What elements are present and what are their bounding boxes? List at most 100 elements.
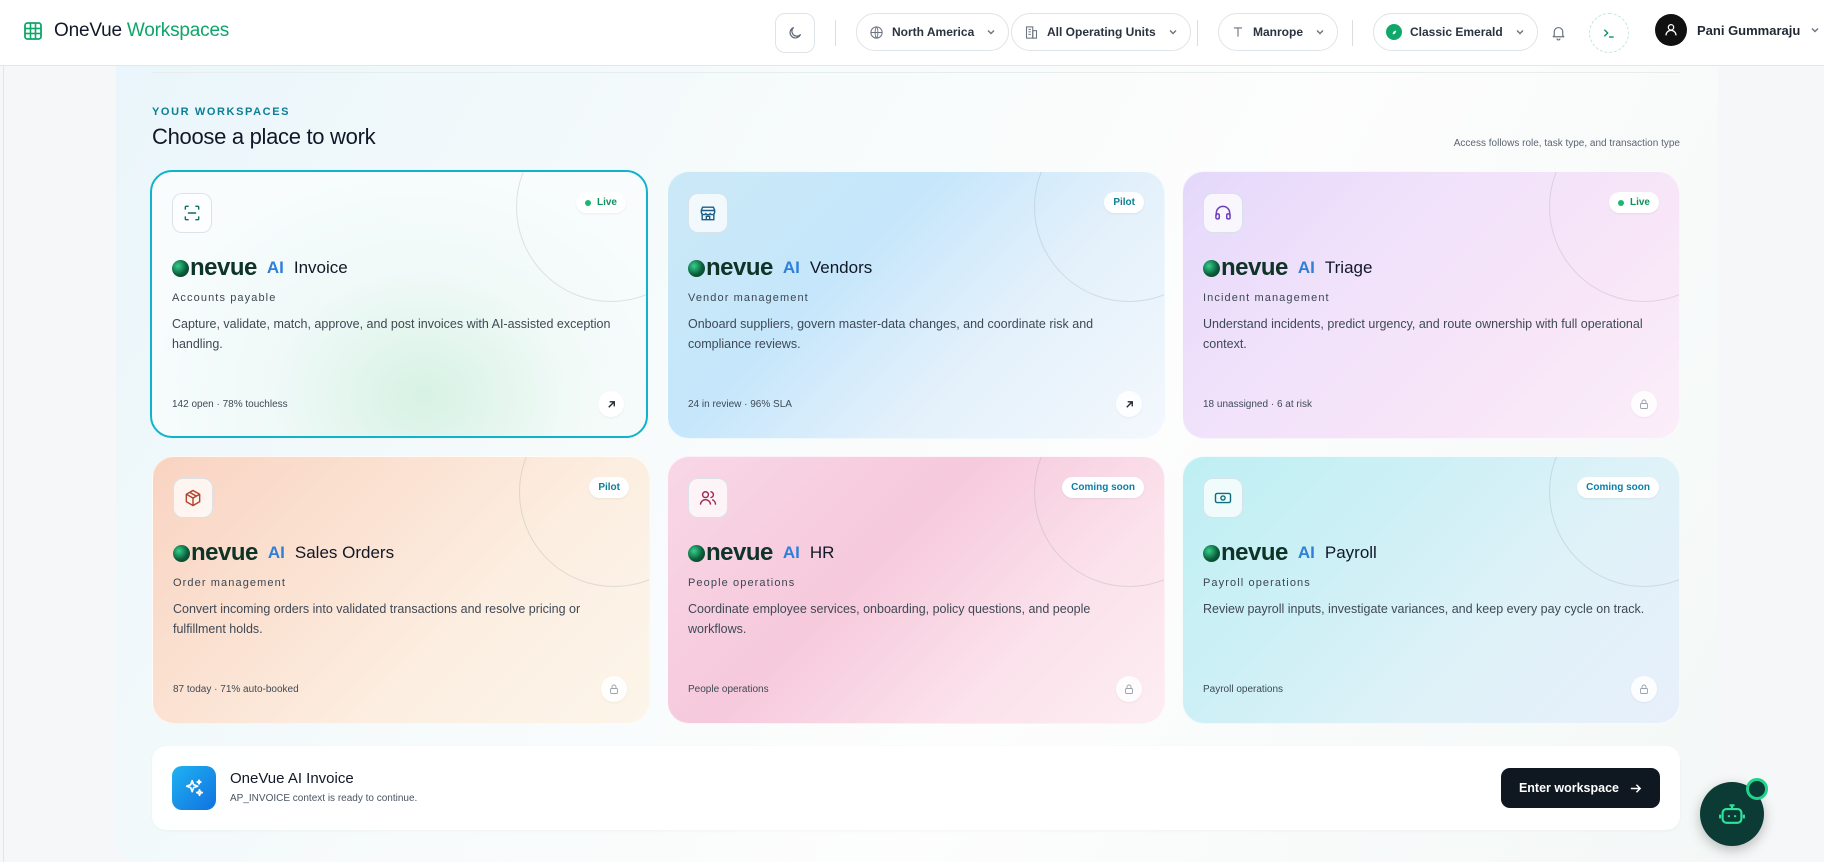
workspace-card-vendors[interactable]: Pilot nevue AI Vendors Vendor management… xyxy=(667,171,1165,439)
product-name: HR xyxy=(809,543,835,562)
live-dot-icon xyxy=(1617,199,1624,206)
card-description: Convert incoming orders into validated t… xyxy=(173,602,581,636)
building-icon xyxy=(1025,25,1038,39)
access-note: Access follows role, task type, and tran… xyxy=(1453,138,1680,149)
user-name: Pani Gummaraju xyxy=(1697,22,1801,38)
locked-indicator xyxy=(601,676,627,702)
arrow-up-right-icon xyxy=(1125,400,1133,408)
logo-orb-icon xyxy=(1203,259,1220,277)
card-description: Understand incidents, predict urgency, a… xyxy=(1203,317,1643,351)
card-subtitle: Incident management xyxy=(1203,292,1330,304)
card-icon xyxy=(1203,478,1243,518)
divider xyxy=(835,20,836,46)
region-select[interactable]: North America xyxy=(856,13,1010,51)
product-name: Payroll xyxy=(1324,543,1377,562)
card-title: nevue AI Vendors xyxy=(688,256,872,280)
arrow-up-right-icon xyxy=(607,400,615,408)
status-badge: Coming soon xyxy=(1062,477,1144,498)
workspace-card-triage[interactable]: Live nevue AI Triage Incident management… xyxy=(1182,171,1680,439)
ai-label: AI xyxy=(782,258,800,277)
open-workspace-button[interactable] xyxy=(598,391,624,417)
selected-workspace-subtitle: AP_INVOICE context is ready to continue. xyxy=(230,793,418,804)
workspace-card-invoice[interactable]: Live nevue AI Invoice Accounts payable C… xyxy=(150,170,648,438)
badge-label: Coming soon xyxy=(1586,482,1650,493)
divider xyxy=(1352,20,1353,46)
card-title: nevue AI HR xyxy=(688,541,834,565)
logo-orb-icon xyxy=(1203,544,1220,562)
theme-swatch-icon xyxy=(1386,24,1402,40)
workspace-card-sales-orders[interactable]: Pilot nevue AI Sales Orders Order manage… xyxy=(152,456,650,724)
ai-label: AI xyxy=(266,258,284,277)
card-description: Onboard suppliers, govern master-data ch… xyxy=(688,317,1094,351)
dark-mode-button[interactable] xyxy=(775,13,815,53)
logo-wordmark: nevue xyxy=(1221,539,1288,566)
brand-primary: OneVue xyxy=(54,20,122,41)
card-title: nevue AI Sales Orders xyxy=(173,541,394,565)
card-title: nevue AI Invoice xyxy=(172,256,348,280)
notifications-button[interactable] xyxy=(1546,20,1570,44)
workspace-card-hr[interactable]: Coming soon nevue AI HR People operation… xyxy=(667,456,1165,724)
ai-label: AI xyxy=(782,543,800,562)
card-description: Review payroll inputs, investigate varia… xyxy=(1203,602,1645,616)
user-menu[interactable]: Pani Gummaraju xyxy=(1655,14,1820,46)
brand[interactable]: OneVue Workspaces xyxy=(24,20,229,42)
product-name: Sales Orders xyxy=(294,543,395,562)
live-dot-icon xyxy=(584,199,591,206)
ai-label: AI xyxy=(1297,543,1315,562)
card-description: Coordinate employee services, onboarding… xyxy=(688,602,1091,636)
product-name: Vendors xyxy=(809,258,873,277)
card-icon xyxy=(688,478,728,518)
enter-workspace-label: Enter workspace xyxy=(1518,781,1619,795)
arrow-right-icon xyxy=(1630,783,1642,793)
open-workspace-button[interactable] xyxy=(1116,391,1142,417)
divider xyxy=(1197,20,1198,46)
theme-label: Classic Emerald xyxy=(1410,25,1503,39)
badge-label: Pilot xyxy=(598,482,620,493)
card-icon xyxy=(1203,193,1243,233)
decorative-circle xyxy=(516,172,646,302)
card-subtitle: Accounts payable xyxy=(172,292,277,304)
font-select[interactable]: Manrope xyxy=(1218,13,1339,51)
card-icon xyxy=(173,478,213,518)
chevron-down-icon xyxy=(1169,30,1177,35)
operating-units-label: All Operating Units xyxy=(1047,25,1156,39)
logo-orb-icon xyxy=(172,259,189,277)
logo-wordmark: nevue xyxy=(191,539,258,566)
page-title: Choose a place to work xyxy=(152,124,376,149)
status-badge: Live xyxy=(575,192,626,213)
onevue-logo: nevue xyxy=(1203,541,1288,565)
robot-icon xyxy=(1719,804,1745,824)
card-subtitle: People operations xyxy=(688,577,796,589)
logo-orb-icon xyxy=(688,544,705,562)
product-name: Triage xyxy=(1324,258,1373,277)
card-icon xyxy=(172,193,212,233)
top-bar: OneVue Workspaces North America All Oper… xyxy=(0,0,1824,66)
brand-secondary: Workspaces xyxy=(126,20,230,41)
grid-icon xyxy=(24,22,42,40)
onevue-logo: nevue xyxy=(688,541,773,565)
badge-label: Coming soon xyxy=(1071,482,1135,493)
card-stat: 18 unassigned · 6 at risk xyxy=(1203,399,1312,410)
status-badge: Pilot xyxy=(1104,192,1144,213)
card-stat: 24 in review · 96% SLA xyxy=(688,399,792,410)
globe-icon xyxy=(870,25,883,39)
card-subtitle: Order management xyxy=(173,577,286,589)
card-stat: 142 open · 78% touchless xyxy=(172,399,288,410)
theme-select[interactable]: Classic Emerald xyxy=(1373,13,1538,51)
workspace-card-payroll[interactable]: Coming soon nevue AI Payroll Payroll ope… xyxy=(1182,456,1680,724)
card-subtitle: Vendor management xyxy=(688,292,809,304)
region-label: North America xyxy=(892,25,975,39)
enter-workspace-button[interactable]: Enter workspace xyxy=(1500,768,1660,808)
ai-label: AI xyxy=(1297,258,1315,277)
avatar xyxy=(1655,14,1687,46)
card-stat: 87 today · 71% auto-booked xyxy=(173,684,299,695)
lock-icon xyxy=(1125,684,1133,694)
console-button[interactable] xyxy=(1589,13,1629,53)
font-label: Manrope xyxy=(1253,25,1304,39)
decorative-circle xyxy=(1034,172,1164,302)
operating-units-select[interactable]: All Operating Units xyxy=(1011,13,1191,51)
lock-icon xyxy=(1640,399,1648,409)
lock-icon xyxy=(610,684,618,694)
product-name: Invoice xyxy=(293,258,348,277)
card-icon xyxy=(688,193,728,233)
